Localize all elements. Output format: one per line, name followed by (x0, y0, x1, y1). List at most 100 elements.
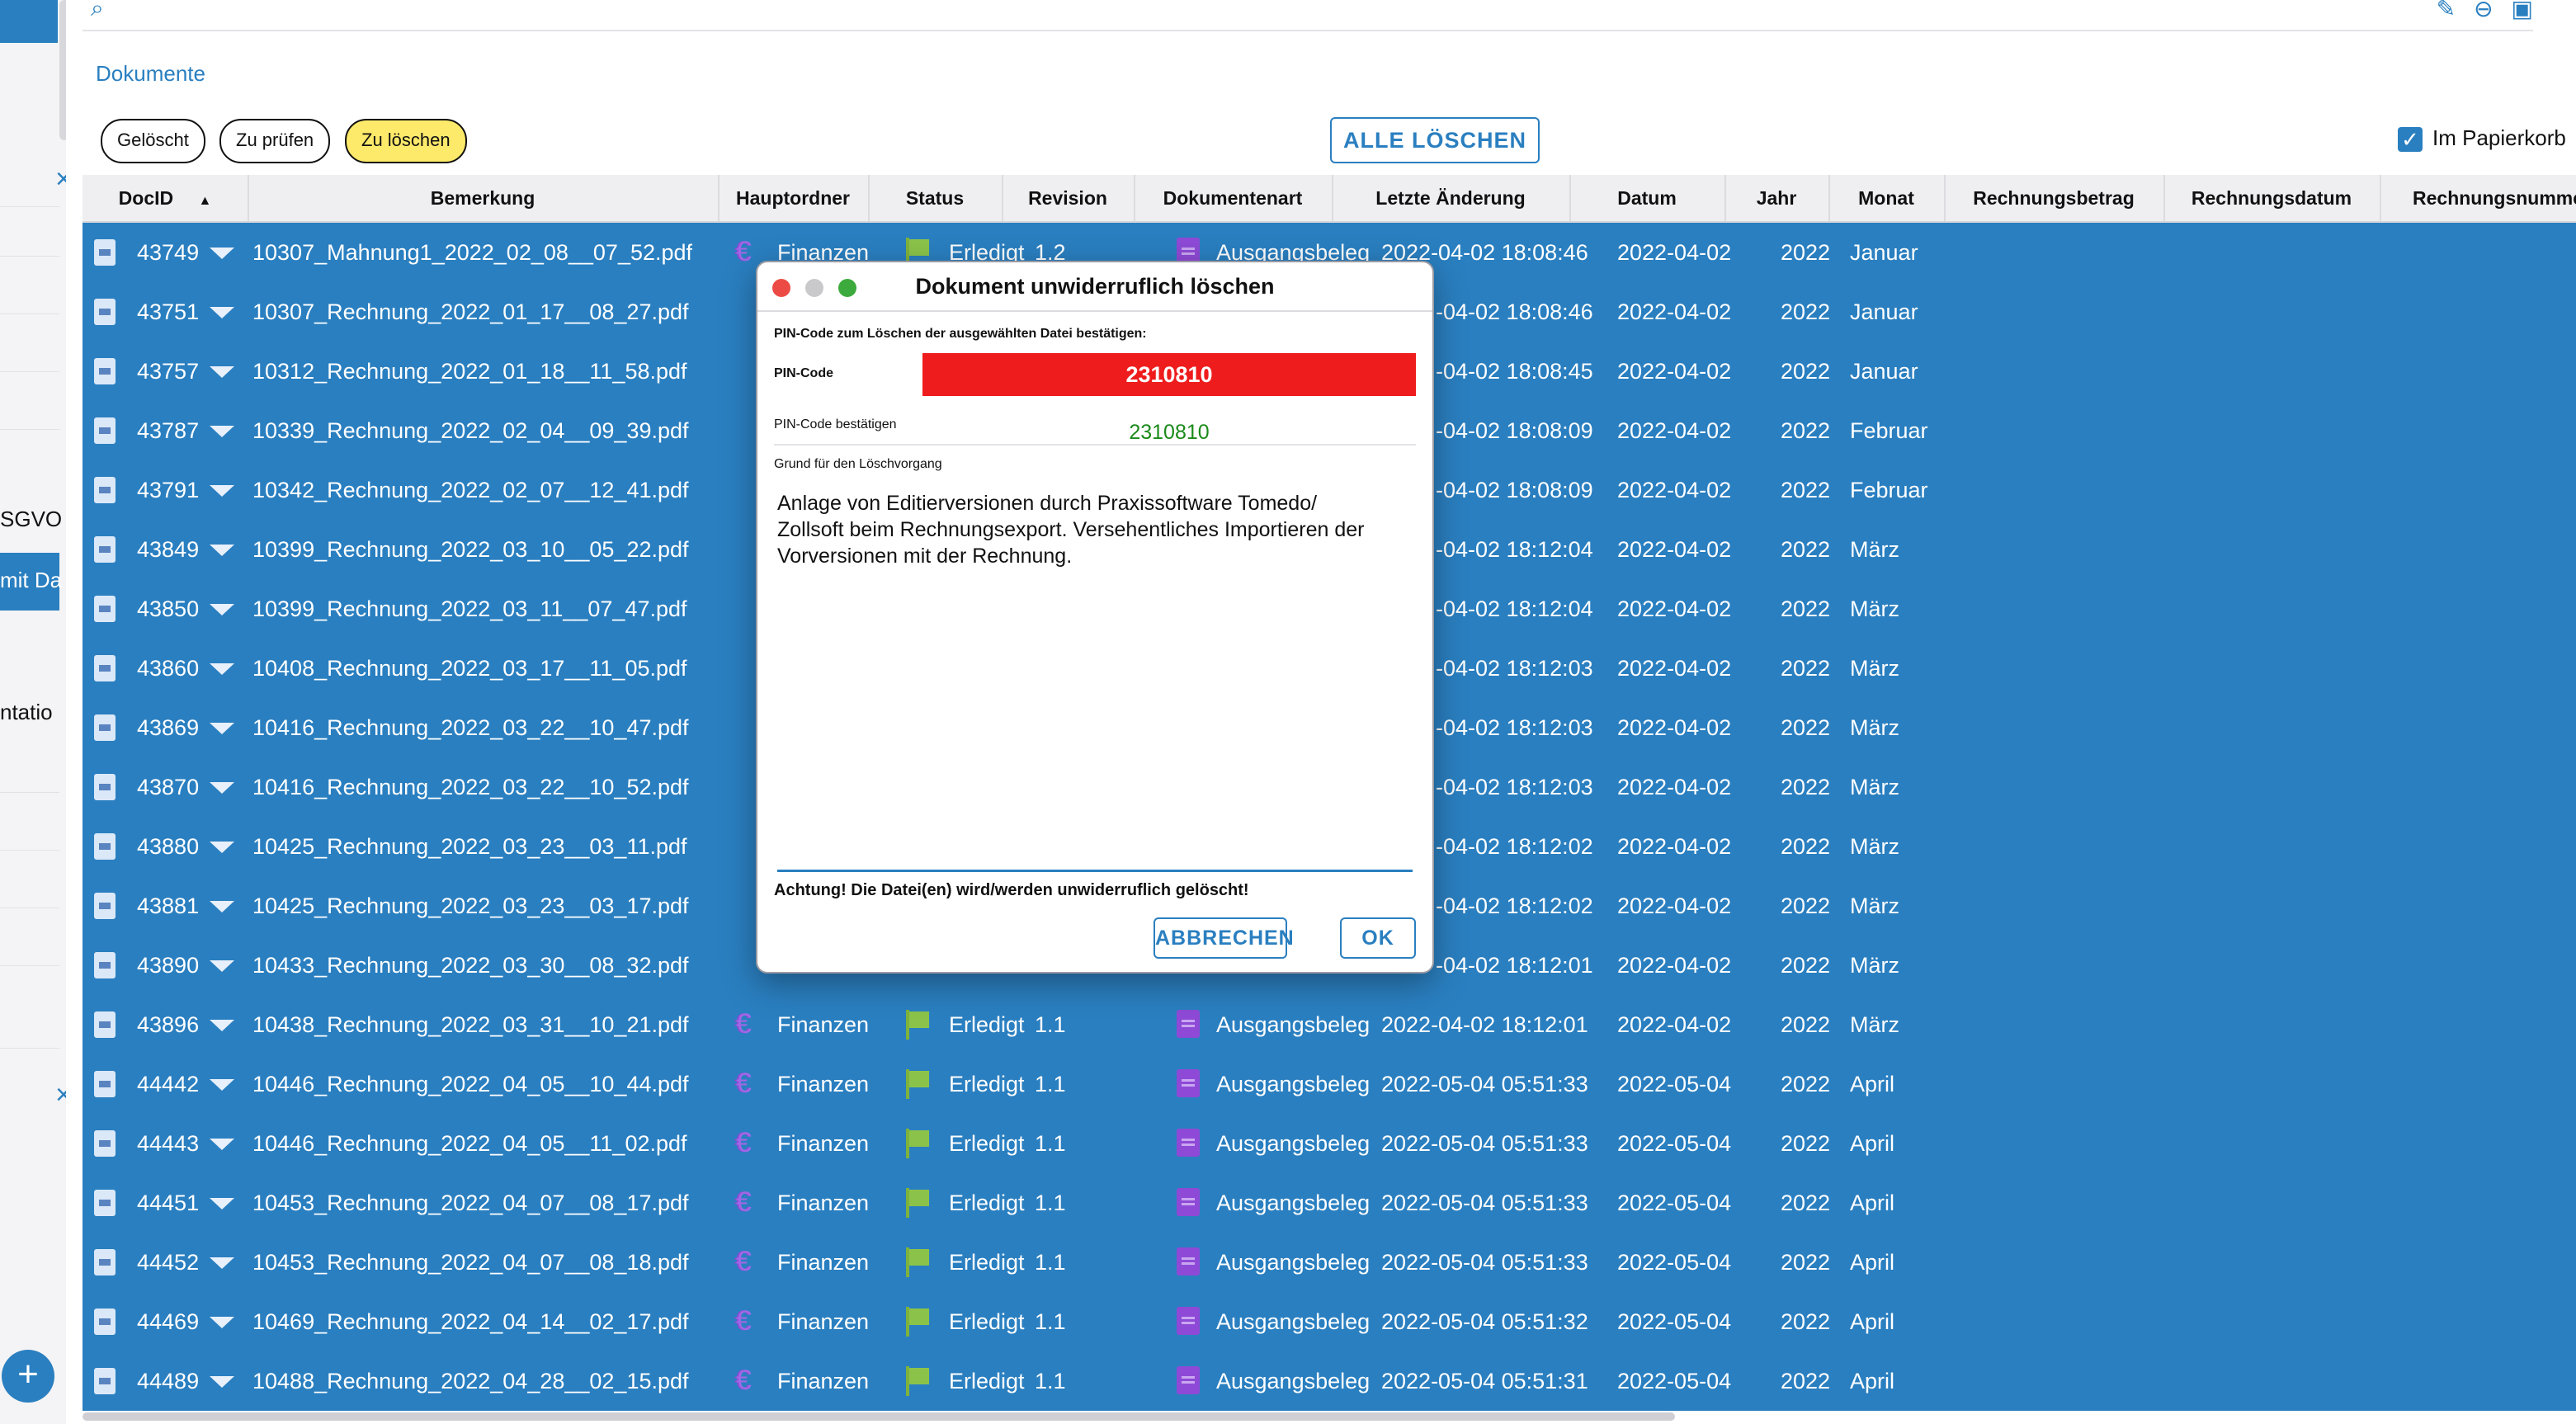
column-header-hauptordner[interactable]: Hauptordner (718, 175, 870, 221)
column-header-docid[interactable]: DocID ▲ (83, 175, 249, 221)
filter-to-review-button[interactable]: Zu prüfen (219, 119, 331, 163)
column-header-rechnungsbetrag[interactable]: Rechnungsbetrag (1944, 175, 2165, 221)
dropdown-triangle-icon[interactable] (210, 663, 234, 675)
cell-dokumentenart: Ausgangsbeleg (1216, 1012, 1371, 1037)
dropdown-triangle-icon[interactable] (210, 485, 234, 497)
warning-text: Achtung! Die Datei(en) wird/werden unwid… (774, 881, 1249, 899)
table-row[interactable]: 44452 10453_Rechnung_2022_04_07__08_18.pd… (83, 1233, 2576, 1292)
document-type-icon (1177, 1366, 1200, 1394)
window-maximize-icon[interactable] (838, 279, 856, 297)
dropdown-triangle-icon[interactable] (210, 1257, 234, 1269)
euro-icon: € (736, 236, 752, 267)
ok-button[interactable]: OK (1340, 917, 1416, 959)
cell-revision: 1.1 (1035, 1250, 1066, 1275)
column-header-rechnungsdatum[interactable]: Rechnungsdatum (2163, 175, 2381, 221)
dropdown-triangle-icon[interactable] (210, 842, 234, 853)
pdf-file-icon (94, 833, 116, 860)
table-row[interactable]: 44443 10446_Rechnung_2022_04_05__11_02.pd… (83, 1114, 2576, 1173)
close-icon[interactable]: × (51, 1081, 66, 1109)
cell-docid: 44489 (137, 1369, 200, 1393)
table-row[interactable]: 44451 10453_Rechnung_2022_04_07__08_17.pd… (83, 1173, 2576, 1233)
dropdown-triangle-icon[interactable] (210, 248, 234, 259)
cell-docid: 43749 (137, 240, 200, 265)
window-icon[interactable]: ▣ (2512, 0, 2533, 21)
cell-revision: 1.1 (1035, 1191, 1066, 1215)
cell-monat: April (1850, 1131, 1895, 1156)
window-close-icon[interactable] (772, 279, 790, 297)
euro-icon: € (736, 1008, 752, 1040)
dropdown-triangle-icon[interactable] (210, 307, 234, 318)
document-type-icon (1177, 1129, 1200, 1157)
add-icon[interactable]: + (2, 1350, 54, 1403)
dropdown-triangle-icon[interactable] (210, 366, 234, 378)
trash-toggle[interactable]: ✓ Im Papierkorb (2398, 125, 2566, 153)
cancel-button[interactable]: ABBRECHEN (1154, 917, 1294, 959)
table-row[interactable]: 44442 10446_Rechnung_2022_04_05__10_44.pd… (83, 1054, 2576, 1114)
dropdown-triangle-icon[interactable] (210, 1198, 234, 1209)
sidebar-item-selected[interactable]: mit Da (0, 553, 62, 611)
column-header-revision[interactable]: Revision (1002, 175, 1135, 221)
pdf-file-icon (94, 1368, 116, 1394)
breadcrumb[interactable]: Dokumente (96, 61, 205, 87)
horizontal-scrollbar[interactable] (83, 1412, 1675, 1421)
column-header-dokumentenart[interactable]: Dokumentenart (1134, 175, 1333, 221)
column-header-jahr[interactable]: Jahr (1724, 175, 1830, 221)
table-row[interactable]: 44469 10469_Rechnung_2022_04_14__02_17.pd… (83, 1292, 2576, 1351)
column-header-letzte-aenderung[interactable]: Letzte Änderung (1332, 175, 1571, 221)
flag-icon (904, 1247, 929, 1277)
table-row[interactable]: 43896 10438_Rechnung_2022_03_31__10_21.pd… (83, 995, 2576, 1054)
filter-deleted-button[interactable]: Gelöscht (101, 119, 205, 163)
pin-confirm-input[interactable]: 2310810 (922, 411, 1416, 454)
dropdown-triangle-icon[interactable] (210, 1020, 234, 1031)
pin-input[interactable]: 2310810 (922, 353, 1416, 396)
sidebar-top-item[interactable] (0, 0, 58, 43)
column-header-rechnungsnummer[interactable]: Rechnungsnumme (2380, 175, 2576, 221)
divider (0, 792, 59, 793)
cell-bemerkung: 10446_Rechnung_2022_04_05__11_02.pdf (252, 1131, 687, 1156)
delete-all-button[interactable]: ALLE LÖSCHEN (1330, 117, 1540, 163)
cell-monat: Februar (1850, 418, 1928, 443)
filter-to-delete-button[interactable]: Zu löschen (345, 119, 467, 163)
edit-icon[interactable]: ✎ (2437, 0, 2456, 21)
dropdown-triangle-icon[interactable] (210, 1376, 234, 1388)
document-type-icon (1177, 1069, 1200, 1097)
cell-bemerkung: 10488_Rechnung_2022_04_28__02_15.pdf (252, 1369, 689, 1393)
cell-letzte-aenderung: -04-02 18:12:01 (1436, 953, 1593, 978)
cell-docid: 43751 (137, 299, 200, 324)
dropdown-triangle-icon[interactable] (210, 545, 234, 556)
cell-jahr: 2022 (1781, 775, 1831, 799)
dropdown-triangle-icon[interactable] (210, 723, 234, 734)
sidebar-item-label[interactable]: SGVO (0, 507, 62, 532)
dropdown-triangle-icon[interactable] (210, 782, 234, 794)
cell-monat: März (1850, 715, 1899, 740)
column-header-datum[interactable]: Datum (1569, 175, 1726, 221)
dropdown-triangle-icon[interactable] (210, 1139, 234, 1150)
sidebar-item-label[interactable]: ntatio (0, 700, 53, 725)
dialog-title: Dokument unwiderruflich löschen (757, 262, 1432, 312)
window-minimize-icon[interactable] (805, 279, 823, 297)
dropdown-triangle-icon[interactable] (210, 604, 234, 615)
flag-icon (904, 1010, 929, 1040)
dropdown-triangle-icon[interactable] (210, 901, 234, 912)
reason-textarea[interactable]: Anlage von Editierversionen durch Praxis… (777, 490, 1413, 872)
cell-bemerkung: 10425_Rechnung_2022_03_23__03_11.pdf (252, 834, 687, 859)
cell-jahr: 2022 (1781, 894, 1831, 918)
dropdown-triangle-icon[interactable] (210, 1317, 234, 1328)
dropdown-triangle-icon[interactable] (210, 1079, 234, 1091)
table-row[interactable]: 44489 10488_Rechnung_2022_04_28__02_15.pd… (83, 1351, 2576, 1411)
close-icon[interactable]: × (51, 165, 66, 193)
dropdown-triangle-icon[interactable] (210, 426, 234, 437)
cell-status: Erledigt (949, 1369, 1025, 1393)
checkbox-checked-icon[interactable]: ✓ (2398, 127, 2423, 153)
sidebar-scrollbar-top[interactable] (59, 0, 66, 140)
dropdown-triangle-icon[interactable] (210, 960, 234, 972)
cell-datum: 2022-04-02 (1617, 359, 1732, 384)
search-bar[interactable]: ⌕ ✎ ⊖ ▣ (83, 0, 2533, 31)
cell-jahr: 2022 (1781, 478, 1831, 502)
pdf-file-icon (94, 417, 116, 444)
minus-circle-icon[interactable]: ⊖ (2474, 0, 2493, 21)
column-header-status[interactable]: Status (868, 175, 1003, 221)
column-header-bemerkung[interactable]: Bemerkung (248, 175, 719, 221)
column-header-monat[interactable]: Monat (1828, 175, 1946, 221)
cell-bemerkung: 10342_Rechnung_2022_02_07__12_41.pdf (252, 478, 689, 502)
